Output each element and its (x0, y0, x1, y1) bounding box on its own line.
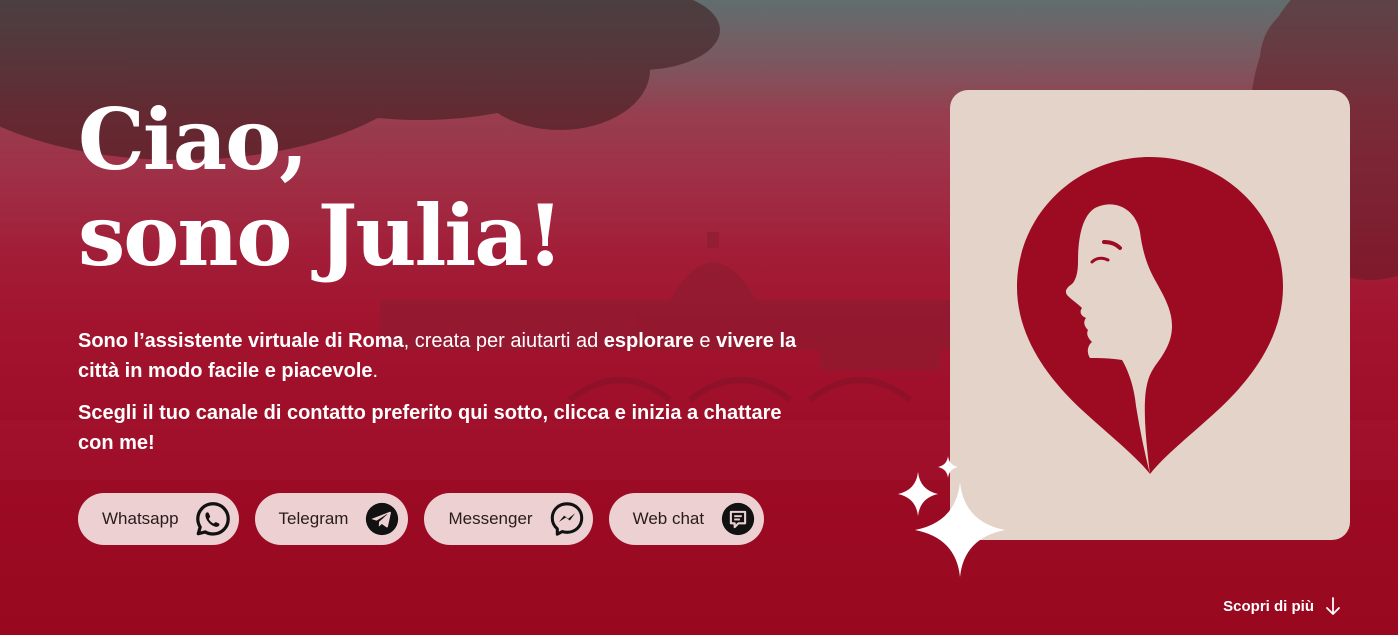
messenger-icon (547, 499, 587, 539)
intro-paragraph-2: Scegli il tuo canale di contatto preferi… (78, 402, 782, 454)
telegram-button[interactable]: Telegram (254, 493, 409, 545)
intro-bold-2: esplorare (603, 330, 694, 352)
whatsapp-button[interactable]: Whatsapp (78, 493, 239, 545)
telegram-button-label: Telegram (278, 509, 349, 528)
whatsapp-icon (193, 499, 233, 539)
web-chat-icon (718, 499, 758, 539)
channel-buttons: Whatsapp Telegram Messenger Web chat (78, 493, 765, 545)
intro-bold-1: Sono l’assistente virtuale di Roma (78, 330, 404, 352)
intro-text-3: . (372, 360, 379, 382)
web-chat-button-label: Web chat (632, 509, 705, 528)
intro-paragraph: Sono l’assistente virtuale di Roma, crea… (78, 326, 808, 386)
discover-more-label: Scopri di più (1223, 597, 1314, 615)
intro-text-2: e (693, 330, 717, 352)
sparkle-icon (890, 452, 1015, 580)
hero-title-line1: Ciao, (78, 90, 308, 189)
web-chat-button[interactable]: Web chat (608, 493, 765, 545)
discover-more-link[interactable]: Scopri di più (1223, 596, 1342, 616)
messenger-button[interactable]: Messenger (424, 493, 593, 545)
hero-section: Ciao, sono Julia! Sono l’assistente virt… (0, 0, 1398, 635)
hero-title: Ciao, sono Julia! (78, 92, 818, 284)
telegram-icon (362, 499, 402, 539)
hero-title-line2: sono Julia! (78, 186, 564, 285)
messenger-button-label: Messenger (448, 509, 533, 528)
intro-text-1: , creata per aiutarti ad (403, 330, 604, 352)
arrow-down-icon (1324, 596, 1342, 616)
hero-text: Ciao, sono Julia! Sono l’assistente virt… (78, 92, 818, 458)
whatsapp-button-label: Whatsapp (102, 509, 179, 528)
